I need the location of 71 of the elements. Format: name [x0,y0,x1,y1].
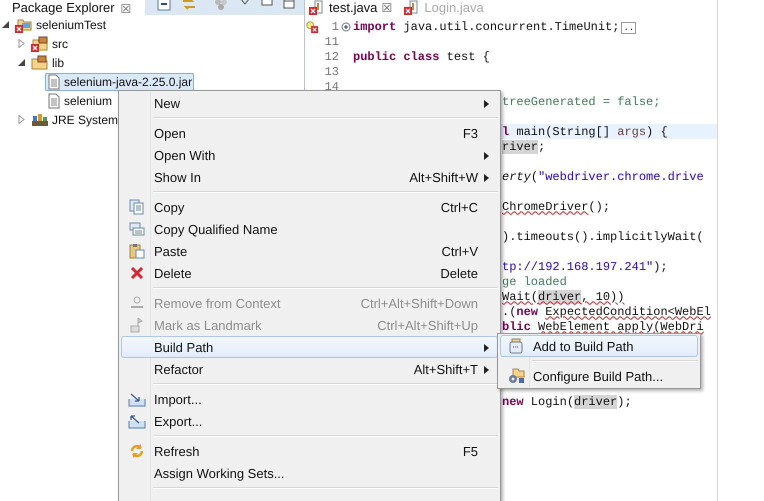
landmark-icon [129,317,145,333]
tree-item[interactable]: JRE System [29,110,120,128]
code-line: river; [502,140,546,154]
code-line: ).timeouts().implicitlyWait( [502,230,704,244]
line-number: 14 [324,80,339,94]
configure-icon [507,368,525,384]
delete-icon [129,265,145,281]
close-icon[interactable]: ☒ [381,1,392,15]
tree-item[interactable]: selenium-java-2.25.0.jar [45,72,194,90]
tree-item[interactable]: selenium [45,92,114,110]
menu-item[interactable]: Add to Build Path [500,335,698,357]
menu-item[interactable]: Copy Qualified Name [121,218,498,240]
code-line: ge loaded [502,274,567,288]
view-title[interactable]: Package Explorer [12,0,115,15]
menu-item[interactable]: Export... [121,410,498,432]
menu-item[interactable]: Open With [121,144,498,166]
menu-item[interactable]: Configure Build Path... [500,365,698,387]
menu-item[interactable]: Refactor Alt+Shift+T [121,358,498,380]
menu-item[interactable]: Import... [121,388,498,410]
code-line: erty("webdriver.chrome.drive [502,170,704,184]
import-icon [128,391,146,407]
code-line: .(new ExpectedCondition<WebEl [502,304,711,318]
menu-item[interactable]: Copy Ctrl+C [121,196,498,218]
menu-item[interactable]: Refresh F5 [121,440,498,462]
remove-icon [129,295,145,311]
folder-icon [31,54,49,70]
code-line: l main(String[] args) { [502,124,668,138]
package-folder-icon [31,36,49,52]
close-icon[interactable]: ☒ [120,3,132,15]
refresh-icon [129,443,145,459]
menu-item[interactable]: Delete Delete [121,262,498,284]
menu-item[interactable]: Assign Working Sets... [121,462,498,484]
menu-item[interactable]: New [121,92,498,114]
line-number: 13 [324,64,339,78]
minimize-icon[interactable] [261,0,273,7]
editor-tab[interactable]: test.java ☒ [305,0,400,15]
dropdown-icon[interactable] [239,0,251,7]
expand-fold-icon[interactable] [340,22,350,32]
export-icon [128,413,146,429]
code-line: Wait(driver, 10)) [502,290,624,304]
file-icon [47,74,61,90]
tree-item[interactable]: seleniumTest [13,16,108,34]
line-number: 1 [330,20,339,34]
collapse-all-icon[interactable] [157,0,171,11]
maximize-icon[interactable] [283,0,295,9]
tree-item[interactable]: src [29,34,70,52]
menu-item[interactable]: Paste Ctrl+V [121,240,498,262]
library-icon [31,112,49,128]
expand-arrow-icon[interactable] [1,20,10,29]
code-line: ChromeDriver(); [502,200,610,214]
paste-icon [129,243,145,259]
code-line: tp://192.168.197.241"); [502,260,668,274]
menu-item[interactable]: Build Path [121,336,498,358]
code-line: blic WebElement apply(WebDri [502,320,704,334]
file-icon [47,92,61,108]
project-icon [15,16,33,32]
code-line: treeGenerated = false; [502,94,660,108]
error-bulb-icon[interactable] [305,20,319,34]
copy-icon [129,221,145,237]
code-line: new Login(driver); [502,394,632,408]
menu-item[interactable]: Show In Alt+Shift+W [121,166,498,188]
code-line: public class test { [353,50,490,64]
copy-icon [129,199,145,215]
expand-arrow-icon[interactable] [17,58,26,67]
code-line: import java.util.concurrent.TimeUnit; .. [353,20,636,34]
line-number: 11 [324,34,339,48]
jar-icon [508,338,524,354]
line-number: 12 [324,50,339,64]
tree-item[interactable]: lib [29,54,66,72]
folded-code-marker[interactable]: .. [621,22,636,34]
menu-item[interactable]: Open F3 [121,122,498,144]
